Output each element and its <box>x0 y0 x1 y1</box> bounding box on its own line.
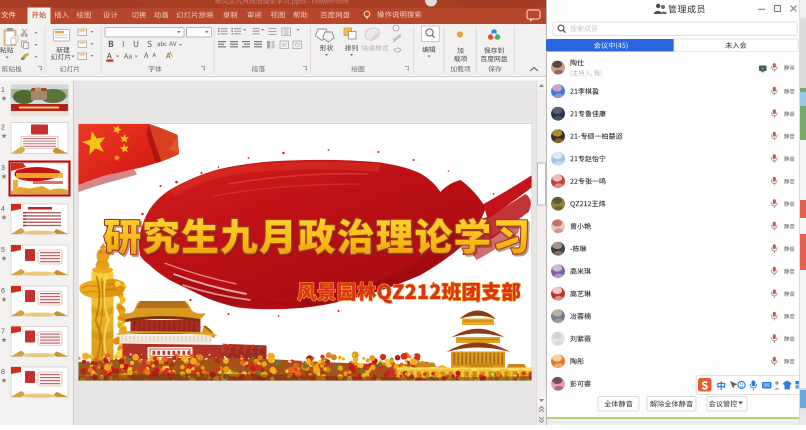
svg-text:2: 2 <box>1 125 5 132</box>
svg-text:1: 1 <box>1 87 5 94</box>
svg-text:4: 4 <box>1 206 5 213</box>
svg-text:7: 7 <box>1 329 5 336</box>
svg-text:6: 6 <box>1 288 5 295</box>
svg-text:5: 5 <box>1 247 5 254</box>
svg-text:3: 3 <box>1 165 5 172</box>
svg-text:8: 8 <box>1 369 5 376</box>
